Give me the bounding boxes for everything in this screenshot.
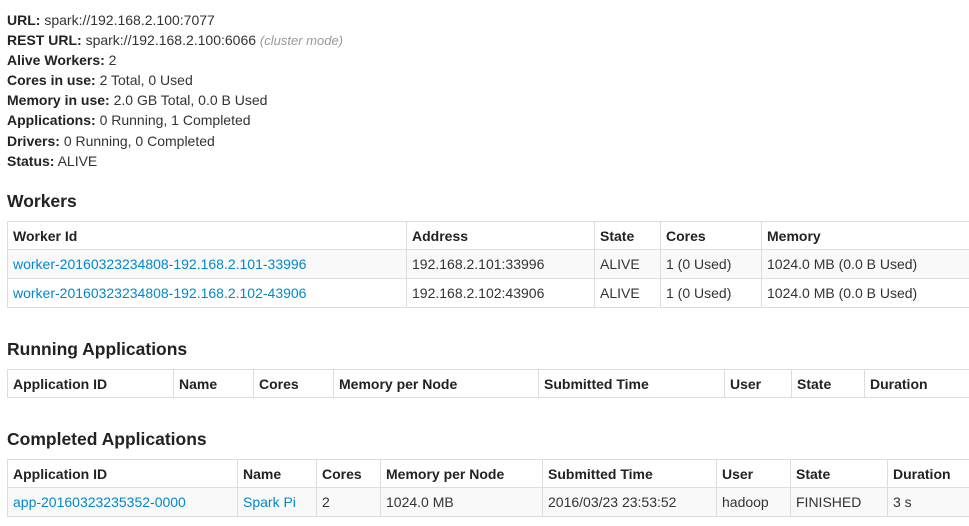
col-header-state[interactable]: State: [790, 459, 888, 488]
col-header-memory-per-node[interactable]: Memory per Node: [380, 459, 543, 488]
col-header-memory-per-node[interactable]: Memory per Node: [333, 369, 539, 398]
rest-url-note: (cluster mode): [259, 33, 343, 49]
worker-link[interactable]: worker-20160323234808-192.168.2.102-4390…: [13, 285, 306, 301]
status-value: ALIVE: [57, 152, 98, 169]
cluster-summary: URL: spark://192.168.2.100:7077 REST URL…: [7, 10, 343, 171]
app-id-link[interactable]: app-20160323235352-0000: [13, 494, 186, 510]
workers-header-row: Worker Id Address State Cores Memory: [7, 221, 969, 250]
col-header-state[interactable]: State: [594, 221, 661, 250]
col-header-submitted-time[interactable]: Submitted Time: [542, 459, 717, 488]
app-memory-per-node: 1024.0 MB: [380, 487, 543, 517]
col-header-application-id[interactable]: Application ID: [7, 369, 174, 398]
running-apps-heading: Running Applications: [7, 339, 188, 359]
worker-state: ALIVE: [594, 249, 661, 279]
col-header-user[interactable]: User: [716, 459, 791, 488]
memory-value: 2.0 GB Total, 0.0 B Used: [113, 92, 268, 109]
summary-rest-url: REST URL: spark://192.168.2.100:6066 (cl…: [7, 30, 343, 50]
app-name-link[interactable]: Spark Pi: [243, 494, 296, 510]
summary-status: Status: ALIVE: [7, 151, 343, 171]
table-row: worker-20160323234808-192.168.2.102-4390…: [7, 278, 969, 308]
col-header-submitted-time[interactable]: Submitted Time: [538, 369, 725, 398]
status-label: Status:: [7, 152, 55, 169]
col-header-worker-id[interactable]: Worker Id: [7, 221, 407, 250]
url-label: URL:: [7, 12, 41, 28]
summary-cores: Cores in use: 2 Total, 0 Used: [7, 70, 343, 90]
app-submitted-time: 2016/03/23 23:53:52: [542, 487, 717, 517]
alive-workers-value: 2: [108, 52, 117, 69]
app-duration: 3 s: [887, 487, 969, 517]
worker-memory: 1024.0 MB (0.0 B Used): [761, 249, 969, 279]
col-header-cores[interactable]: Cores: [660, 221, 762, 250]
worker-state: ALIVE: [594, 278, 661, 308]
worker-address: 192.168.2.102:43906: [406, 278, 595, 308]
worker-link[interactable]: worker-20160323234808-192.168.2.101-3399…: [13, 256, 306, 272]
table-row: worker-20160323234808-192.168.2.101-3399…: [7, 249, 969, 279]
drivers-value: 0 Running, 0 Completed: [63, 132, 215, 149]
cores-value: 2 Total, 0 Used: [99, 72, 193, 89]
worker-memory: 1024.0 MB (0.0 B Used): [761, 278, 969, 308]
worker-cores: 1 (0 Used): [660, 278, 762, 308]
worker-address: 192.168.2.101:33996: [406, 249, 595, 279]
summary-url: URL: spark://192.168.2.100:7077: [7, 10, 343, 30]
running-apps-table: Application ID Name Cores Memory per Nod…: [7, 369, 969, 398]
worker-cores: 1 (0 Used): [660, 249, 762, 279]
col-header-name[interactable]: Name: [173, 369, 254, 398]
summary-drivers: Drivers: 0 Running, 0 Completed: [7, 131, 343, 151]
table-row: app-20160323235352-0000 Spark Pi 2 1024.…: [7, 487, 969, 517]
summary-alive-workers: Alive Workers: 2: [7, 50, 343, 70]
col-header-cores[interactable]: Cores: [316, 459, 381, 488]
completed-apps-header-row: Application ID Name Cores Memory per Nod…: [7, 459, 969, 488]
rest-url-label: REST URL:: [7, 32, 82, 49]
summary-memory: Memory in use: 2.0 GB Total, 0.0 B Used: [7, 90, 343, 110]
rest-url-value: spark://192.168.2.100:6066: [85, 32, 257, 49]
workers-table: Worker Id Address State Cores Memory wor…: [7, 221, 969, 308]
col-header-name[interactable]: Name: [237, 459, 317, 488]
drivers-label: Drivers:: [7, 132, 60, 149]
app-cores: 2: [316, 487, 381, 517]
col-header-address[interactable]: Address: [406, 221, 595, 250]
col-header-duration[interactable]: Duration: [864, 369, 969, 398]
alive-workers-label: Alive Workers:: [7, 52, 105, 69]
running-apps-header-row: Application ID Name Cores Memory per Nod…: [7, 369, 969, 398]
app-user: hadoop: [716, 487, 791, 517]
url-value: spark://192.168.2.100:7077: [44, 12, 215, 28]
col-header-cores[interactable]: Cores: [253, 369, 334, 398]
col-header-application-id[interactable]: Application ID: [7, 459, 238, 488]
col-header-state[interactable]: State: [791, 369, 865, 398]
applications-value: 0 Running, 1 Completed: [99, 112, 251, 129]
col-header-duration[interactable]: Duration: [887, 459, 969, 488]
completed-apps-table: Application ID Name Cores Memory per Nod…: [7, 459, 969, 517]
workers-heading: Workers: [7, 191, 77, 211]
cores-label: Cores in use:: [7, 72, 96, 89]
memory-label: Memory in use:: [7, 92, 110, 109]
col-header-user[interactable]: User: [724, 369, 792, 398]
applications-label: Applications:: [7, 112, 96, 129]
summary-applications: Applications: 0 Running, 1 Completed: [7, 110, 343, 130]
app-state: FINISHED: [790, 487, 888, 517]
col-header-memory[interactable]: Memory: [761, 221, 969, 250]
completed-apps-heading: Completed Applications: [7, 429, 207, 449]
